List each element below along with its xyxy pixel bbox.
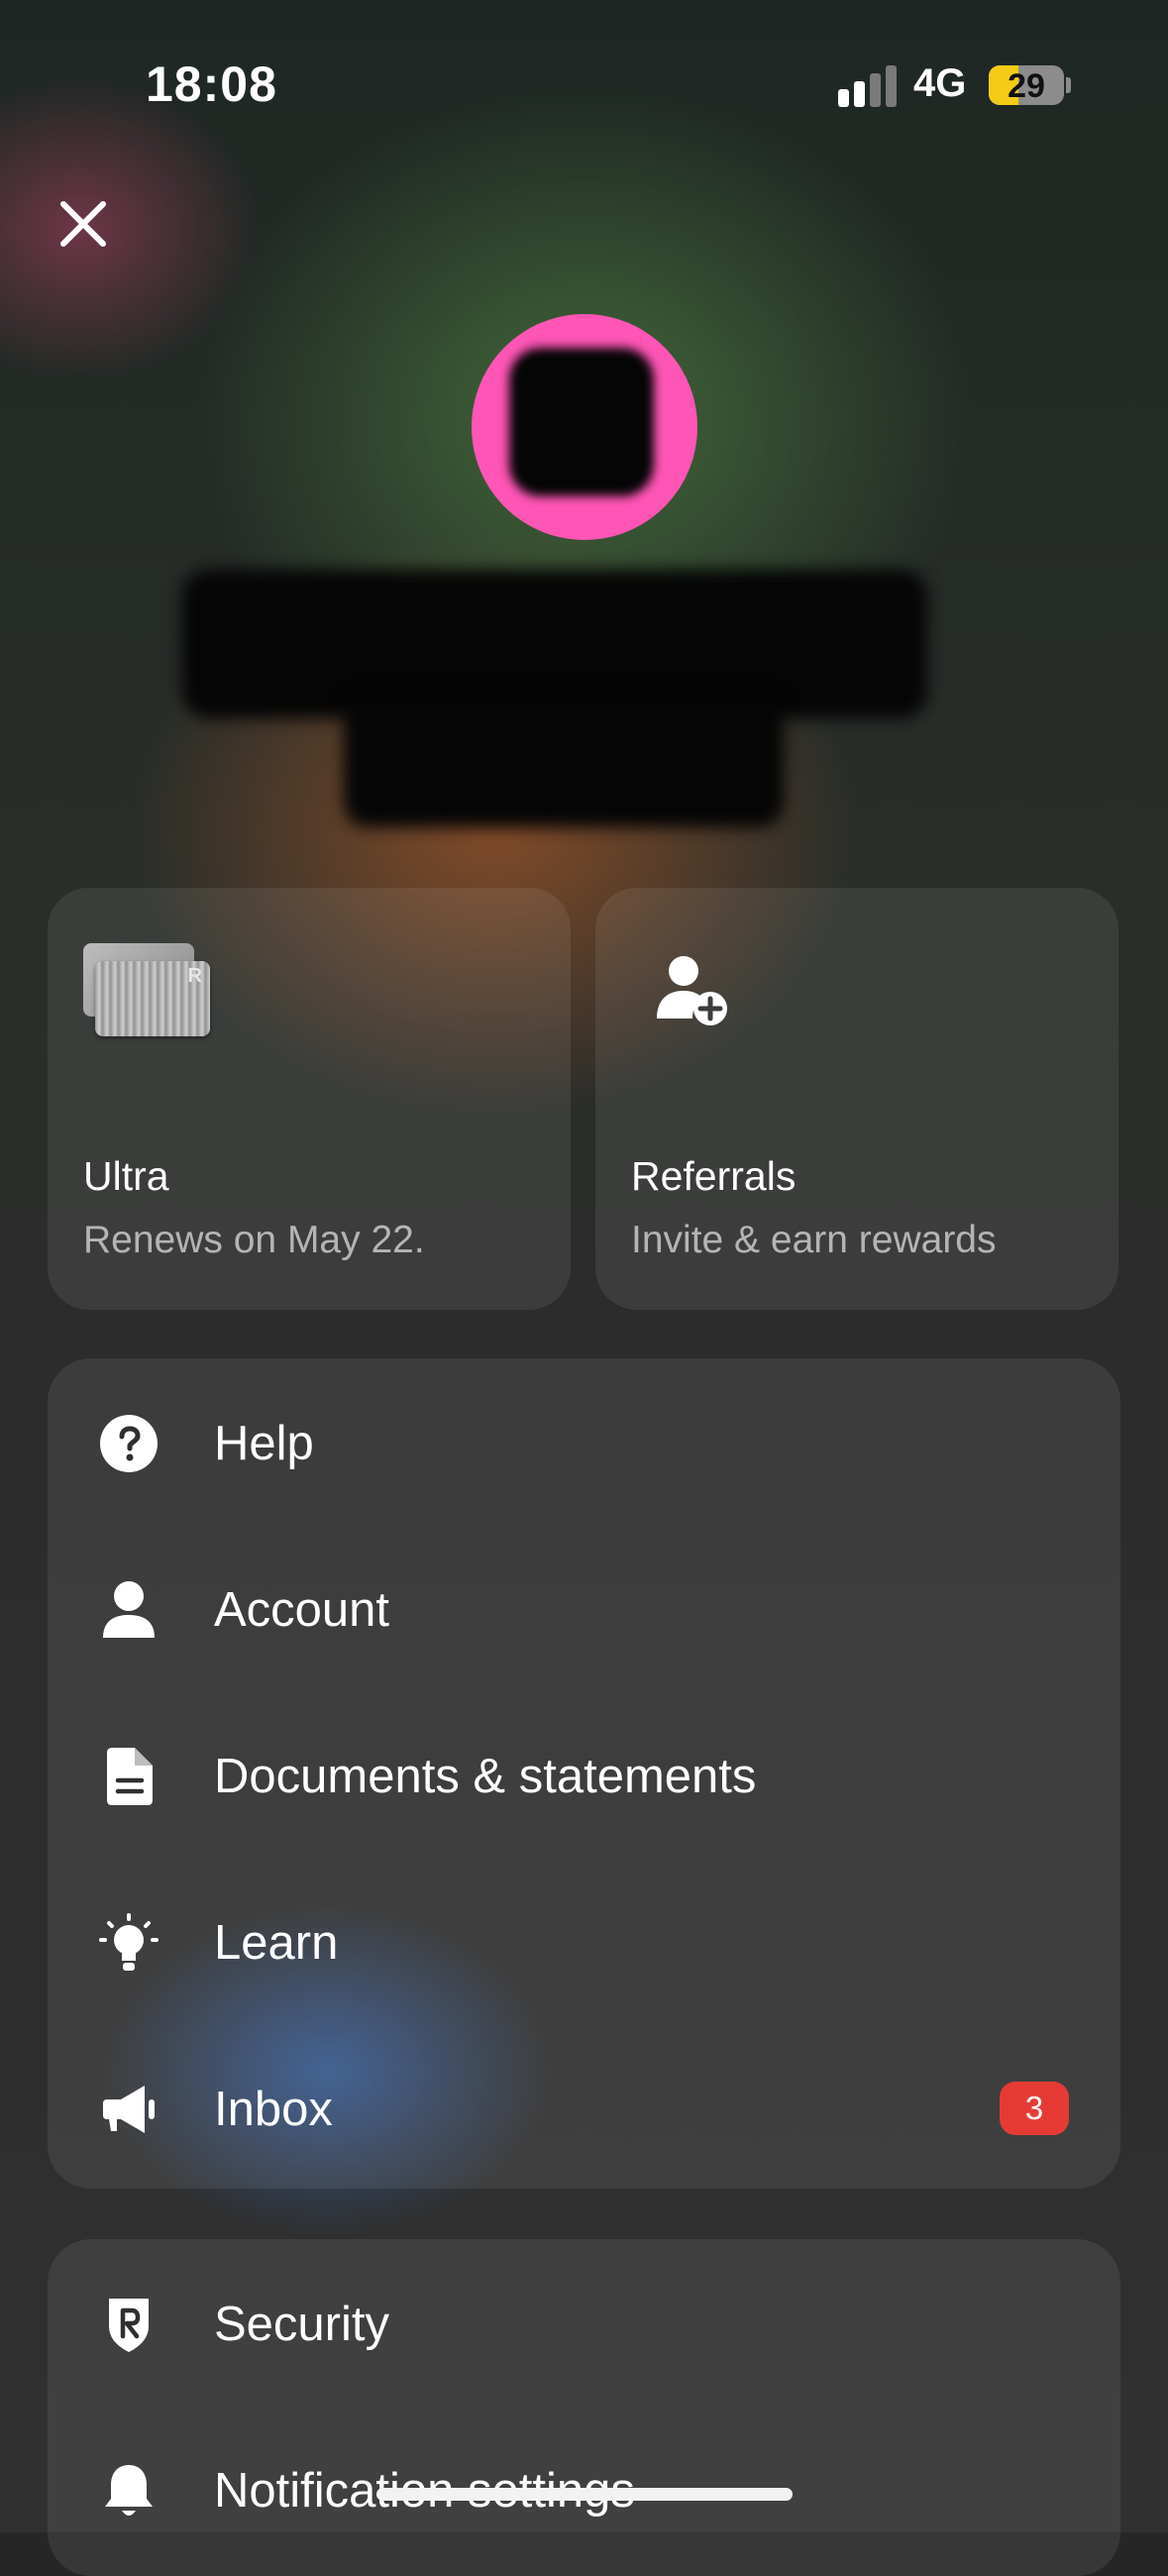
plan-card-title: Ultra [83, 1153, 169, 1199]
menu-item-inbox[interactable]: Inbox 3 [48, 2024, 1120, 2191]
add-person-icon [657, 956, 727, 1025]
referrals-card[interactable]: Referrals Invite & earn rewards [595, 888, 1118, 1310]
network-type: 4G [913, 61, 967, 105]
menu-item-security[interactable]: Security [48, 2239, 1120, 2406]
inbox-badge: 3 [1000, 2082, 1069, 2135]
battery-level: 29 [1008, 67, 1045, 105]
referrals-card-title: Referrals [631, 1153, 796, 1199]
signal-icon [838, 65, 898, 107]
primary-menu: Help Account Documents & statements Lear… [48, 1358, 1120, 2189]
secondary-menu: Security Notification settings [48, 2239, 1120, 2576]
menu-label-security: Security [214, 2298, 390, 2351]
status-time: 18:08 [146, 56, 277, 112]
close-button[interactable] [55, 196, 111, 252]
battery-icon: 29 [989, 65, 1064, 105]
plan-card[interactable]: R Ultra Renews on May 22. [48, 888, 571, 1310]
document-icon [107, 1748, 153, 1805]
bell-icon [105, 2465, 153, 2516]
menu-label-inbox: Inbox [214, 2083, 333, 2136]
menu-label-help: Help [214, 1417, 314, 1470]
menu-item-account[interactable]: Account [48, 1525, 1120, 1691]
plan-card-icon: R [83, 943, 210, 1036]
help-icon [100, 1415, 158, 1472]
menu-label-account: Account [214, 1583, 390, 1637]
menu-label-learn: Learn [214, 1916, 339, 1970]
menu-item-documents[interactable]: Documents & statements [48, 1691, 1120, 1858]
close-icon [60, 201, 106, 247]
home-indicator[interactable] [376, 2488, 793, 2501]
avatar[interactable] [472, 314, 697, 540]
shield-icon [109, 2299, 149, 2352]
menu-label-documents: Documents & statements [214, 1750, 757, 1803]
referrals-card-subtitle: Invite & earn rewards [631, 1219, 997, 1261]
person-icon [103, 1581, 155, 1638]
menu-item-help[interactable]: Help [48, 1358, 1120, 1525]
lightbulb-icon [99, 1913, 159, 1971]
plan-card-subtitle: Renews on May 22. [83, 1219, 425, 1261]
menu-item-learn[interactable]: Learn [48, 1858, 1120, 2024]
megaphone-icon [103, 2086, 155, 2133]
battery-tip [1066, 77, 1071, 93]
profile-handle-redacted [344, 694, 784, 827]
avatar-redaction [509, 348, 654, 496]
